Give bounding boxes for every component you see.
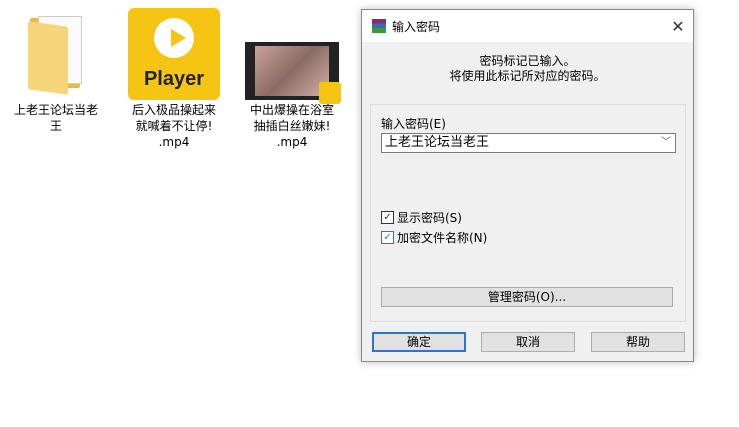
- title-bar: 输入密码 ✕: [362, 10, 693, 42]
- checkbox-checked-icon: ✓: [381, 211, 394, 224]
- video-thumbnail-icon: [245, 42, 341, 104]
- message-line-1: 密码标记已输入。: [479, 54, 576, 68]
- dialog-message: 密码标记已输入。 将使用此标记所对应的密码。: [362, 54, 693, 84]
- password-group: 输入密码(E) 上老王论坛当老王 ﹀ ✓ 显示密码(S) ✓ 加密文件名称(N) 管理…: [370, 104, 686, 322]
- message-line-2: 将使用此标记所对应的密码。: [449, 69, 606, 83]
- ok-button[interactable]: 确定: [372, 332, 466, 352]
- desktop-item-label: 中出爆操在浴室 抽插白丝嫩妹! .mp4: [249, 103, 334, 149]
- manage-passwords-button[interactable]: 管理密码(O)...: [381, 287, 673, 307]
- show-password-checkbox[interactable]: ✓ 显示密码(S): [381, 209, 462, 226]
- desktop-item-video-2[interactable]: 中出爆操在浴室 抽插白丝嫩妹! .mp4: [244, 0, 341, 150]
- password-value: 上老王论坛当老王: [385, 135, 490, 150]
- password-combobox[interactable]: 上老王论坛当老王 ﹀: [381, 133, 676, 153]
- encrypt-filenames-checkbox[interactable]: ✓ 加密文件名称(N): [381, 229, 487, 246]
- desktop-item-folder[interactable]: 上老王论坛当老 王: [8, 6, 104, 134]
- help-button[interactable]: 帮助: [591, 332, 685, 352]
- password-dialog: 输入密码 ✕ 密码标记已输入。 将使用此标记所对应的密码。 输入密码(E) 上老…: [361, 9, 694, 362]
- folder-icon: [28, 14, 86, 95]
- show-password-label: 显示密码(S): [397, 211, 462, 225]
- cancel-button[interactable]: 取消: [481, 332, 575, 352]
- chevron-down-icon[interactable]: ﹀: [661, 134, 671, 152]
- checkbox-checked-icon: ✓: [381, 231, 394, 244]
- winrar-icon: [372, 19, 386, 33]
- player-icon-text: Player: [143, 68, 205, 90]
- close-icon[interactable]: ✕: [663, 17, 693, 36]
- desktop-item-label: 上老王论坛当老 王: [13, 103, 98, 133]
- dialog-title: 输入密码: [392, 19, 441, 34]
- encrypt-filenames-label: 加密文件名称(N): [397, 231, 488, 245]
- password-label: 输入密码(E): [381, 117, 446, 131]
- player-icon: Player: [128, 8, 220, 100]
- desktop-item-video-1[interactable]: Player 后入极品操起来 就喊着不让停! .mp4: [126, 0, 222, 160]
- desktop-item-label: 后入极品操起来 就喊着不让停! .mp4: [131, 103, 216, 149]
